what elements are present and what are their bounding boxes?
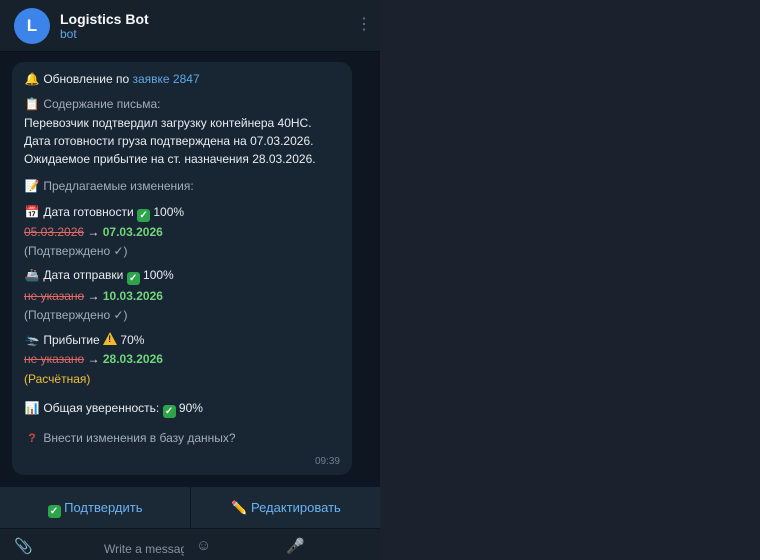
calendar-icon: 📅 (24, 205, 40, 219)
bar-chart-icon: 📊 (24, 401, 40, 415)
ready-date-new: 07.03.2026 (102, 225, 163, 239)
arrival-old: не указано (24, 352, 85, 366)
ship-date-label: Дата отправки (43, 268, 124, 282)
microphone-icon[interactable]: 🎤 (286, 537, 305, 555)
confirm-button-label: Подтвердить (64, 500, 143, 515)
message-time: 09:39 (314, 456, 340, 467)
clipboard-icon: 📋 (24, 97, 40, 111)
ready-date-old: 05.03.2026 (24, 225, 85, 239)
confirm-button[interactable]: ✓ Подтвердить (0, 487, 190, 528)
ready-date-line: 📅 Дата готовности ✓ 100% (24, 205, 184, 222)
content-label: Содержание письма: (43, 97, 161, 111)
ship-date-note: (Подтверждено ✓) (24, 308, 128, 322)
ship-date-line: 🚢 Дата отправки ✓ 100% (24, 268, 174, 285)
pencil-icon: ✏️ (231, 500, 248, 515)
content-label-line: 📋 Содержание письма: (24, 97, 161, 111)
arrow-icon: → (87, 225, 100, 239)
arrow-icon: → (87, 352, 100, 366)
empty-right-pane (380, 0, 760, 560)
letter-body-line-2: Дата готовности груза подтверждена на 07… (24, 134, 314, 148)
question-text: Внести изменения в базу данных? (43, 431, 236, 445)
arrival-line: 🛬 Прибытие ! 70% (24, 332, 144, 347)
chat-header: L Logistics Bot bot ⋮ (0, 0, 380, 52)
changes-label-line: 📝 Предлагаемые изменения: (24, 179, 194, 193)
message-input[interactable] (104, 537, 184, 560)
telegram-app: L Logistics Bot bot ⋮ 🔔 Обновление по за… (0, 0, 760, 560)
arrival-note: (Расчётная) (24, 372, 91, 386)
overall-confidence-label: Общая уверенность: (43, 401, 160, 415)
paperclip-icon[interactable]: 📎 (14, 537, 33, 555)
question-mark-icon: ? (28, 431, 36, 445)
bell-icon: 🔔 (24, 72, 40, 86)
edit-button[interactable]: ✏️ Редактировать (191, 487, 380, 528)
update-line: 🔔 Обновление по заявке 2847 (24, 72, 200, 86)
warning-icon: ! (103, 332, 118, 345)
letter-body-line-1: Перевозчик подтвердил загрузку контейнер… (24, 116, 312, 130)
check-mark-icon: ✓ (47, 505, 61, 518)
inline-keyboard: ✓ Подтвердить ✏️ Редактировать (0, 487, 380, 528)
ready-date-label: Дата готовности (43, 205, 134, 219)
chat-title[interactable]: Logistics Bot (60, 11, 149, 27)
chat-status: bot (60, 27, 77, 41)
overall-confidence-value: 90% (178, 401, 203, 415)
overall-confidence-line: 📊 Общая уверенность: ✓ 90% (24, 401, 203, 418)
ship-date-old: не указано (24, 289, 85, 303)
arrival-new: 28.03.2026 (102, 352, 163, 366)
changes-label: Предлагаемые изменения: (43, 179, 194, 193)
check-mark-icon: ✓ (137, 209, 151, 222)
update-prefix: Обновление по (43, 72, 130, 86)
chat-panel: L Logistics Bot bot ⋮ 🔔 Обновление по за… (0, 0, 380, 560)
ship-date-new: 10.03.2026 (102, 289, 163, 303)
arrival-icon: 🛬 (24, 333, 40, 347)
ready-date-note: (Подтверждено ✓) (24, 244, 128, 258)
edit-button-label: Редактировать (251, 500, 341, 515)
letter-body-line-3: Ожидаемое прибытие на ст. назначения 28.… (24, 152, 316, 166)
ship-date-change: не указано → 10.03.2026 (24, 289, 163, 303)
arrival-change: не указано → 28.03.2026 (24, 352, 163, 366)
arrival-confidence: 70% (120, 333, 145, 347)
ship-icon: 🚢 (24, 268, 40, 282)
memo-icon: 📝 (24, 179, 40, 193)
request-link[interactable]: заявке 2847 (132, 72, 199, 86)
question-line: ? Внести изменения в базу данных? (24, 431, 236, 445)
avatar[interactable]: L (14, 8, 50, 44)
emoji-icon[interactable]: ☺ (196, 537, 211, 554)
bot-message-bubble: 🔔 Обновление по заявке 2847 📋 Содержание… (12, 62, 352, 475)
check-mark-icon: ✓ (162, 405, 176, 418)
ready-date-confidence: 100% (153, 205, 185, 219)
ship-date-confidence: 100% (143, 268, 174, 282)
more-vertical-icon[interactable]: ⋮ (356, 16, 372, 36)
ready-date-change: 05.03.2026 → 07.03.2026 (24, 225, 163, 239)
check-mark-icon: ✓ (126, 272, 140, 285)
arrival-label: Прибытие (43, 333, 100, 347)
message-composer: 📎 ☺ 🎤 (0, 529, 380, 560)
arrow-icon: → (87, 289, 100, 303)
